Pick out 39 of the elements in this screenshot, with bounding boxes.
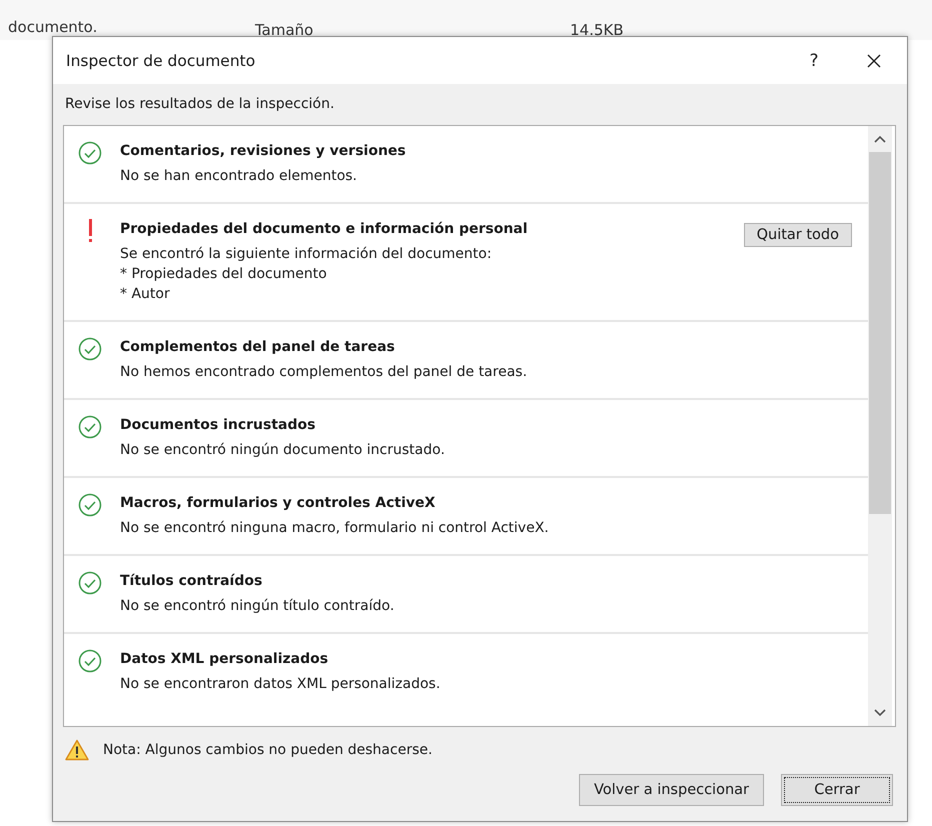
background-text: 14.5KB [570,20,624,40]
remove-all-button[interactable]: Quitar todo [744,223,852,247]
result-detail: * Autor [120,285,171,304]
result-title: Datos XML personalizados [120,650,330,669]
result-detail: Se encontró la siguiente información del documento: [120,245,493,264]
result-title: Macros, formularios y controles ActiveX [120,494,436,513]
background-text: Tamaño [255,20,314,40]
result-title: Documentos incrustados [120,416,316,435]
check-circle-icon [78,493,102,517]
result-detail: No se encontró ningún título contraído. [120,597,396,616]
help-button[interactable]: ? [791,38,837,84]
result-title: Comentarios, revisiones y versiones [120,142,407,161]
result-detail: No se encontraron datos XML personalizados. [120,675,442,694]
result-detail: No se encontró ningún documento incrustado. [120,441,446,460]
check-circle-icon [78,141,102,165]
result-title: Complementos del panel de tareas [120,338,396,357]
scrollbar-thumb[interactable] [869,152,891,514]
result-detail: No se encontró ninguna macro, formulario ni control ActiveX. [120,519,550,538]
result-detail: No se han encontrado elementos. [120,167,358,186]
warning-icon [65,739,89,761]
close-icon [866,52,882,68]
exclamation-icon [89,219,92,242]
check-circle-icon [78,571,102,595]
result-detail: * Propiedades del documento [120,265,328,284]
instruction-text: Revise los resultados de la inspección. [64,95,336,114]
scroll-up-icon [874,135,886,143]
close-dialog-button[interactable]: Cerrar [781,774,893,806]
note-text: Nota: Algunos cambios no pueden deshacerse. [103,742,432,758]
check-circle-icon [78,337,102,361]
reinspect-button[interactable]: Volver a inspeccionar [578,774,764,806]
background-text: documento. [8,18,98,38]
check-circle-icon [78,415,102,439]
scrollbar[interactable] [868,126,892,726]
result-detail: No hemos encontrado complementos del panel de tareas. [120,363,528,382]
result-title: Propiedades del documento e información personal [120,220,529,239]
window-title: Inspector de documento [66,52,256,70]
scroll-down-icon [874,709,886,717]
check-circle-icon [78,649,102,673]
result-title: Títulos contraídos [120,572,264,591]
